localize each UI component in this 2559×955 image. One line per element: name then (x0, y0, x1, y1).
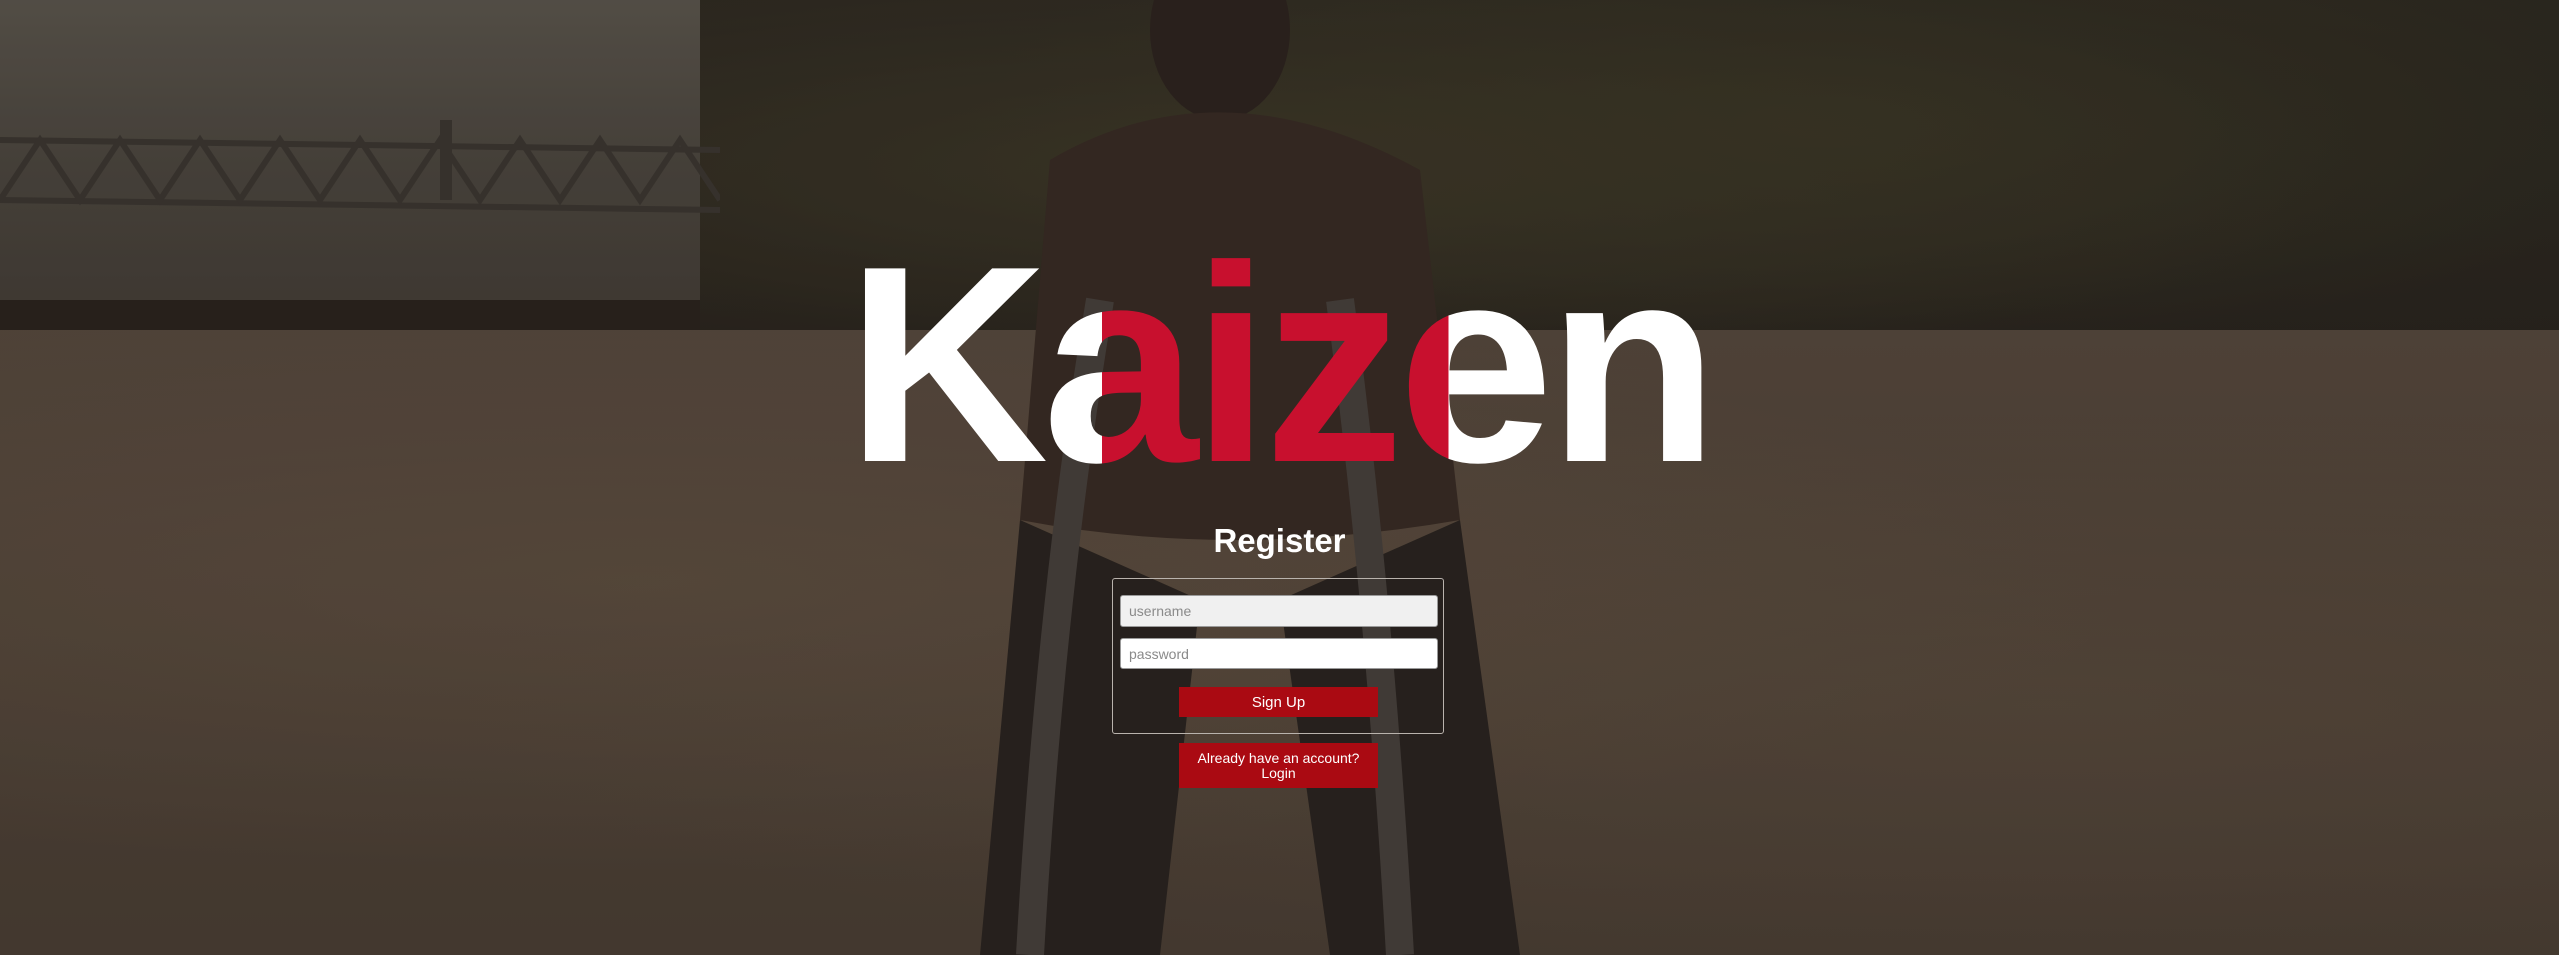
username-input[interactable] (1120, 595, 1438, 627)
register-heading: Register (1213, 522, 1346, 559)
register-page: Kaizen Register Sign Up Already have an … (0, 0, 2559, 955)
signup-button[interactable]: Sign Up (1179, 687, 1378, 717)
logo-wrapper: Kaizen (846, 225, 1718, 505)
login-button[interactable]: Already have an account? Login (1179, 743, 1378, 788)
logo-text: Kaizen (846, 209, 1718, 521)
password-input[interactable] (1120, 638, 1438, 669)
register-form: Sign Up (1112, 578, 1444, 734)
kaizen-logo: Kaizen (0, 225, 2559, 505)
